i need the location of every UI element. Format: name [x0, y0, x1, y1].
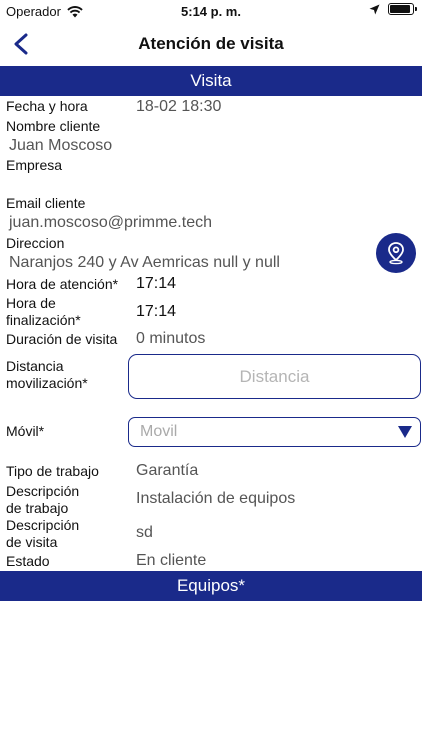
desc-visita-value: sd [136, 524, 153, 541]
dropdown-arrow-icon [398, 426, 412, 438]
location-arrow-icon [369, 4, 380, 14]
battery-icon [388, 3, 417, 15]
desc-visita-label-line2: de visita [6, 534, 58, 550]
movil-label: Móvil* [6, 423, 45, 439]
status-bar: Operador 5:14 p. m. [0, 0, 422, 22]
map-pin-icon [388, 242, 404, 265]
nombre-label: Nombre cliente [6, 118, 101, 134]
hora-atencion-label: Hora de atención* [6, 276, 119, 292]
desc-trabajo-label-line1: Descripción [6, 483, 80, 499]
direccion-label: Direccion [6, 235, 65, 251]
status-time: 5:14 p. m. [181, 4, 241, 19]
desc-trabajo-value: Instalación de equipos [136, 490, 296, 507]
hora-fin-label-line2: finalización* [6, 312, 81, 328]
section-header-equipos[interactable]: Equipos* [0, 571, 422, 601]
desc-trabajo-label-line2: de trabajo [6, 500, 69, 516]
distancia-label-line2: movilización* [6, 375, 88, 391]
distancia-input[interactable] [128, 354, 421, 399]
hora-fin-value[interactable]: 17:14 [136, 302, 176, 321]
page-title: Atención de visita [138, 34, 284, 53]
tipo-trabajo-label: Tipo de trabajo [6, 463, 99, 479]
duracion-value: 0 minutos [136, 330, 206, 347]
status-right [369, 3, 417, 15]
nombre-value: Juan Moscoso [9, 137, 113, 154]
hora-atencion-value[interactable]: 17:14 [136, 274, 176, 293]
section-header-visita: Visita [0, 66, 422, 96]
estado-value: En cliente [136, 552, 207, 569]
direccion-value: Naranjos 240 y Av Aemricas null y null [9, 254, 280, 271]
email-value: juan.moscoso@primme.tech [9, 214, 212, 231]
tipo-trabajo-value: Garantía [136, 462, 199, 479]
desc-visita-label-line1: Descripción [6, 517, 80, 533]
hora-fin-label-line1: Hora de [6, 295, 56, 311]
estado-label: Estado [6, 553, 50, 569]
empresa-label: Empresa [6, 157, 63, 173]
email-label: Email cliente [6, 195, 86, 211]
movil-select[interactable]: Movil [128, 417, 421, 447]
battery-fill [390, 5, 410, 13]
movil-placeholder: Movil [140, 423, 178, 440]
fecha-value: 18-02 18:30 [136, 98, 222, 115]
fecha-label: Fecha y hora [6, 98, 88, 114]
duracion-label: Duración de visita [6, 331, 118, 347]
navigation-bar: Atención de visita [0, 22, 422, 66]
map-location-button[interactable] [376, 233, 416, 273]
distancia-label-line1: Distancia [6, 358, 64, 374]
